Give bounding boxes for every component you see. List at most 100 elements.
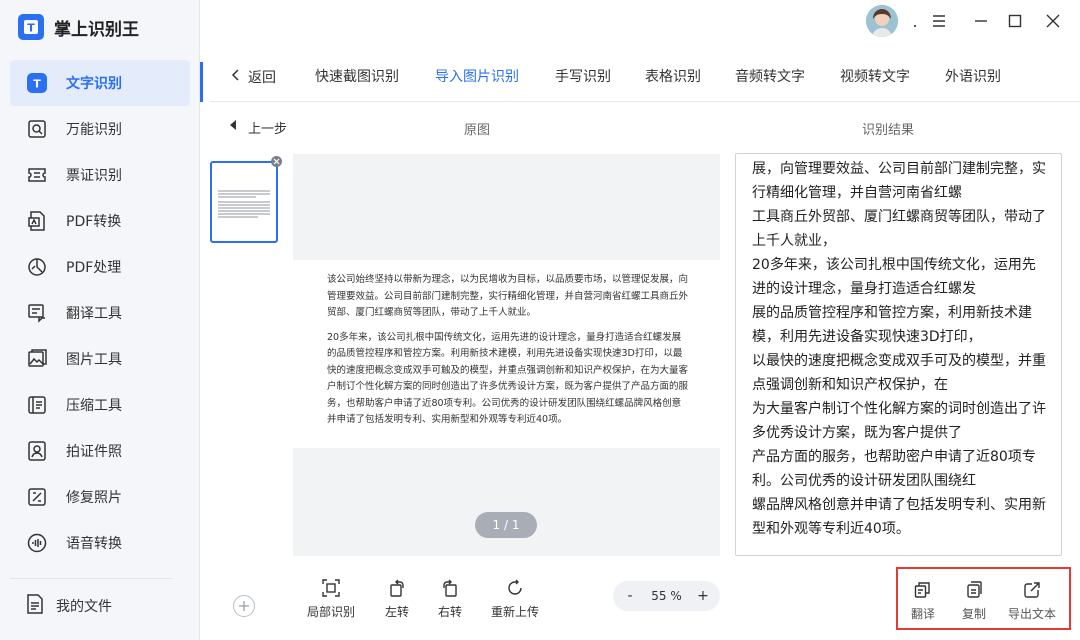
result-line: 点强调创新和知识产权保护，在 (752, 377, 948, 393)
crop-area-icon (320, 577, 342, 599)
copy-button[interactable]: 复制 (962, 579, 986, 622)
back-label: 返回 (248, 70, 276, 86)
result-line: 行精细化管理，并自营河南省红螺 (752, 185, 962, 201)
sidebar-nav: T 文字识别 万能识别 票证识别 PDF转换 PDF处理 翻译工具 图片工具 压… (10, 60, 190, 566)
tab-handwriting[interactable]: 手写识别 (555, 66, 611, 86)
sidebar-item-label: 拍证件照 (66, 444, 122, 460)
result-text[interactable]: 展，向管理要效益、公司目前部门建制完整，实 行精细化管理，并自营河南省红螺工具商丘… (736, 154, 1061, 541)
tab-quick-screenshot[interactable]: 快速截图识别 (315, 66, 399, 86)
tool-label: 翻译 (911, 607, 936, 621)
translate-icon (912, 579, 934, 601)
title-dot: . (912, 11, 918, 31)
image-tool-icon (24, 346, 50, 372)
thumbnail-preview (218, 190, 270, 218)
reupload-button[interactable]: 重新上传 (491, 577, 539, 620)
result-line: 展的品质管控程序和管控方案，利用新技术建 (752, 305, 1032, 321)
sidebar-item-label: 万能识别 (66, 122, 122, 138)
add-image-button[interactable] (233, 595, 255, 617)
sidebar-item-repair-photo[interactable]: 修复照片 (10, 474, 190, 520)
app-logo: T 掌上识别王 (18, 12, 139, 42)
result-text-area[interactable]: 展，向管理要效益、公司目前部门建制完整，实 行精细化管理，并自营河南省红螺工具商丘… (735, 153, 1062, 556)
result-line: 20多年来，该公司扎根中国传统文化，运用先 (752, 257, 1036, 273)
original-paragraph: 该公司始终坚持以带新为理念，以为民增收为目标，以品质要市场，以管理促发展，向管理… (327, 274, 689, 318)
tab-bar-indicator (200, 62, 203, 102)
maximize-icon[interactable] (1003, 9, 1027, 33)
sidebar-item-translate[interactable]: 翻译工具 (10, 290, 190, 336)
sidebar-item-image-tool[interactable]: 图片工具 (10, 336, 190, 382)
sidebar-item-universal[interactable]: 万能识别 (10, 106, 190, 152)
sidebar-item-id-photo[interactable]: 拍证件照 (10, 428, 190, 474)
tool-label: 导出文本 (1008, 607, 1057, 621)
copy-icon (963, 579, 985, 601)
tab-audio-to-text[interactable]: 音频转文字 (735, 66, 805, 86)
result-actions-highlight: 翻译 复制 导出文本 (896, 567, 1071, 630)
result-line: 展，向管理要效益、公司目前部门建制完整，实 (752, 161, 1046, 177)
tool-label: 复制 (962, 607, 987, 621)
close-icon[interactable] (1041, 9, 1065, 33)
original-title: 原图 (464, 123, 491, 138)
sidebar-item-pdf-convert[interactable]: PDF转换 (10, 198, 190, 244)
translate-icon (24, 300, 50, 326)
sidebar-item-pdf-process[interactable]: PDF处理 (10, 244, 190, 290)
sidebar: T 掌上识别王 T 文字识别 万能识别 票证识别 PDF转换 PDF处理 翻译工… (0, 0, 200, 640)
sidebar-item-ticket[interactable]: 票证识别 (10, 152, 190, 198)
sidebar-item-text-recognition[interactable]: T 文字识别 (10, 60, 190, 106)
svg-text:T: T (27, 22, 35, 35)
tab-video-to-text[interactable]: 视频转文字 (840, 66, 910, 86)
repair-photo-icon (24, 484, 50, 510)
rotate-left-icon (386, 577, 408, 599)
sidebar-item-label: PDF处理 (66, 260, 122, 276)
app-logo-icon: T (18, 14, 44, 40)
user-avatar[interactable] (866, 5, 898, 37)
result-line: 进的设计理念，量身打造适合红螺发 (752, 281, 976, 297)
result-line: 螺品牌风格创意并申请了包括发明专利、实用新 (752, 497, 1046, 513)
result-line: 上千人就业， (752, 233, 836, 249)
prev-step-label: 上一步 (248, 121, 288, 137)
zoom-in-button[interactable]: + (696, 588, 710, 604)
back-button[interactable]: 返回 (230, 66, 276, 88)
my-files-button[interactable]: 我的文件 (24, 592, 112, 620)
minimize-icon[interactable] (969, 9, 993, 33)
prev-step-button[interactable]: 上一步 (228, 117, 287, 137)
caret-left-icon (228, 119, 238, 135)
rotate-right-button[interactable]: 右转 (438, 577, 462, 620)
page-thumbnail[interactable] (210, 161, 278, 243)
my-files-label: 我的文件 (56, 599, 112, 615)
id-photo-icon (24, 438, 50, 464)
sidebar-item-label: 图片工具 (66, 352, 122, 368)
app-title: 掌上识别王 (54, 19, 139, 40)
original-paragraph: 20多年来，该公司扎根中国传统文化，运用先进的设计理念，量身打造适合红螺发展的品… (327, 331, 689, 426)
tab-import-image[interactable]: 导入图片识别 (435, 66, 519, 86)
compress-icon (24, 392, 50, 418)
sidebar-item-label: 翻译工具 (66, 306, 122, 322)
rotate-left-button[interactable]: 左转 (385, 577, 409, 620)
export-text-button[interactable]: 导出文本 (1008, 579, 1056, 622)
thumbnail-close-icon[interactable] (271, 156, 282, 167)
preview-bottom-margin (293, 448, 720, 556)
tab-table[interactable]: 表格识别 (645, 66, 701, 86)
chevron-left-icon (230, 68, 242, 86)
result-line: 工具商丘外贸部、厦门红螺商贸等团队，带动了 (752, 209, 1046, 225)
sidebar-item-voice-convert[interactable]: 语音转换 (10, 520, 190, 566)
voice-convert-icon (24, 530, 50, 556)
pdf-convert-icon (24, 208, 50, 234)
zoom-control: - 55 % + (613, 581, 720, 611)
tab-foreign-language[interactable]: 外语识别 (945, 66, 1001, 86)
sidebar-item-compress[interactable]: 压缩工具 (10, 382, 190, 428)
sidebar-item-label: 文字识别 (66, 76, 122, 92)
original-image-preview[interactable]: 该公司始终坚持以带新为理念，以为民增收为目标，以品质要市场，以管理促发展，向管理… (293, 154, 720, 556)
sidebar-divider (10, 578, 172, 579)
menu-icon[interactable] (927, 9, 951, 33)
preview-top-margin (293, 154, 720, 260)
rotate-right-icon (439, 577, 461, 599)
sidebar-item-label: PDF转换 (66, 214, 122, 230)
translate-button[interactable]: 翻译 (911, 579, 935, 622)
tool-label: 重新上传 (491, 605, 540, 619)
result-line: 产品方面的服务，也帮助密户申请了近80项专 (752, 449, 1036, 465)
result-line: 模，利用先进设备实现快速3D打印， (752, 329, 982, 345)
text-recognition-icon: T (24, 70, 50, 96)
partial-recognition-button[interactable]: 局部识别 (307, 577, 355, 620)
result-line: 型和外观等专利近40项。 (752, 521, 910, 537)
zoom-out-button[interactable]: - (623, 588, 637, 604)
export-icon (1021, 579, 1043, 601)
